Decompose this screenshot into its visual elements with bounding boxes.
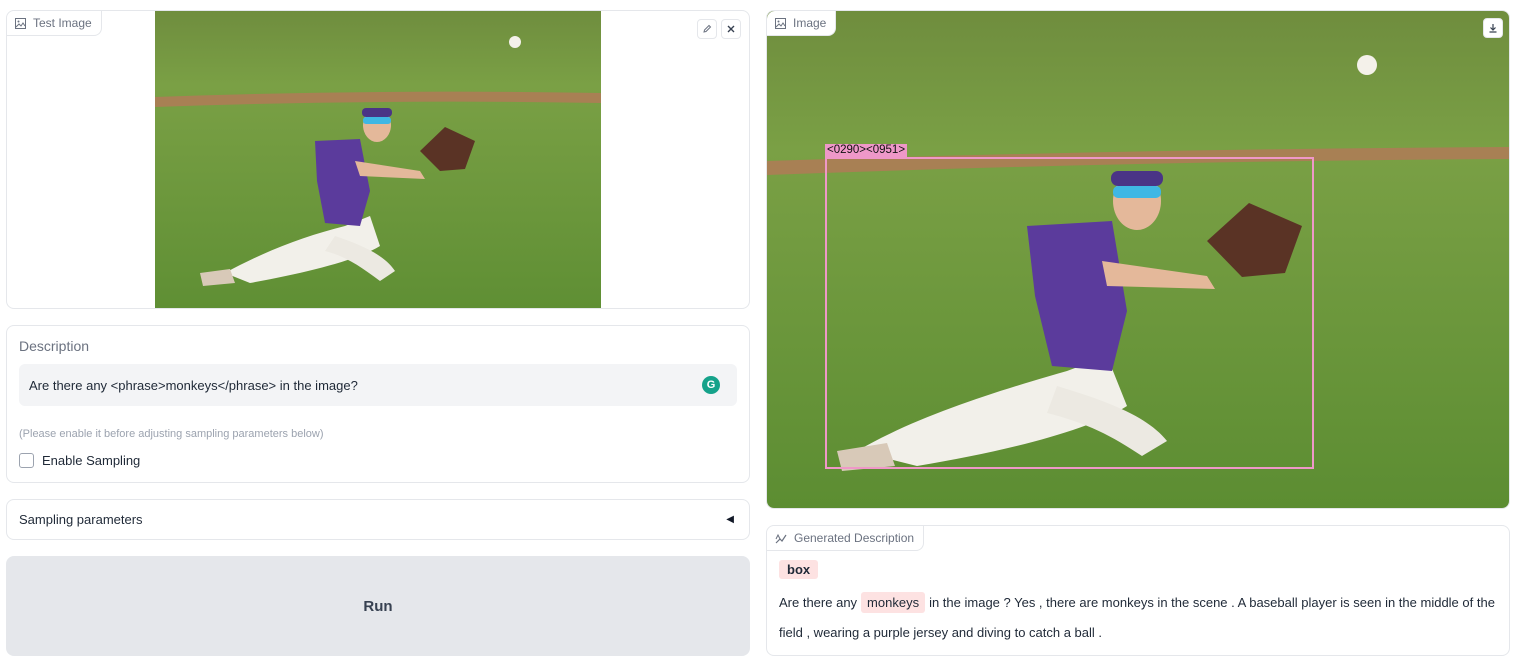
grammarly-glyph: G bbox=[706, 379, 716, 391]
generated-description-tag: Generated Description bbox=[767, 526, 925, 551]
output-image-label: Image bbox=[793, 16, 827, 30]
download-icon bbox=[1489, 24, 1497, 33]
image-icon bbox=[15, 17, 26, 29]
collapse-arrow-icon: ◀ bbox=[726, 514, 734, 525]
output-image-tag: Image bbox=[767, 11, 837, 36]
image-icon bbox=[775, 17, 786, 29]
run-button[interactable]: Run bbox=[6, 556, 750, 656]
description-value: Are there any <phrase>monkeys</phrase> i… bbox=[29, 377, 358, 393]
generated-description-label: Generated Description bbox=[794, 531, 915, 545]
description-label: Description bbox=[19, 338, 90, 354]
clear-image-button[interactable] bbox=[721, 19, 741, 39]
detection-box bbox=[825, 157, 1314, 469]
test-image-tag: Test Image bbox=[7, 11, 102, 36]
sampling-parameters-label: Sampling parameters bbox=[19, 512, 143, 527]
generated-text: Are there any monkeys in the image ? Yes ,… bbox=[779, 588, 1499, 648]
enable-sampling-row[interactable]: Enable Sampling bbox=[19, 453, 140, 468]
close-icon bbox=[727, 25, 735, 33]
enable-sampling-label: Enable Sampling bbox=[42, 453, 141, 468]
generated-description-panel: Generated Description box Are there any m… bbox=[766, 525, 1510, 656]
description-panel: Description Are there any <phrase>monkey… bbox=[6, 325, 750, 483]
test-image-panel: Test Image bbox=[6, 10, 750, 309]
highlight-icon bbox=[775, 533, 787, 543]
legend-box: box bbox=[779, 560, 819, 579]
grammarly-icon[interactable]: G bbox=[702, 376, 720, 394]
sampling-parameters-accordion[interactable]: Sampling parameters ◀ bbox=[6, 499, 750, 540]
input-photo[interactable] bbox=[155, 11, 601, 308]
output-image-panel: Image <0290><0951> bbox=[766, 10, 1510, 509]
test-image-label: Test Image bbox=[33, 16, 92, 30]
enable-sampling-checkbox[interactable] bbox=[19, 453, 34, 468]
edit-button[interactable] bbox=[697, 19, 717, 39]
run-label: Run bbox=[363, 597, 393, 615]
edit-icon bbox=[703, 24, 712, 33]
description-input[interactable]: Are there any <phrase>monkeys</phrase> i… bbox=[19, 364, 737, 406]
generated-text-before: Are there any bbox=[779, 595, 858, 610]
download-button[interactable] bbox=[1483, 18, 1503, 38]
highlight-monkeys: monkeys bbox=[861, 592, 926, 613]
sampling-hint: (Please enable it before adjusting sampl… bbox=[19, 428, 324, 440]
detection-box-label: <0290><0951> bbox=[825, 144, 908, 157]
